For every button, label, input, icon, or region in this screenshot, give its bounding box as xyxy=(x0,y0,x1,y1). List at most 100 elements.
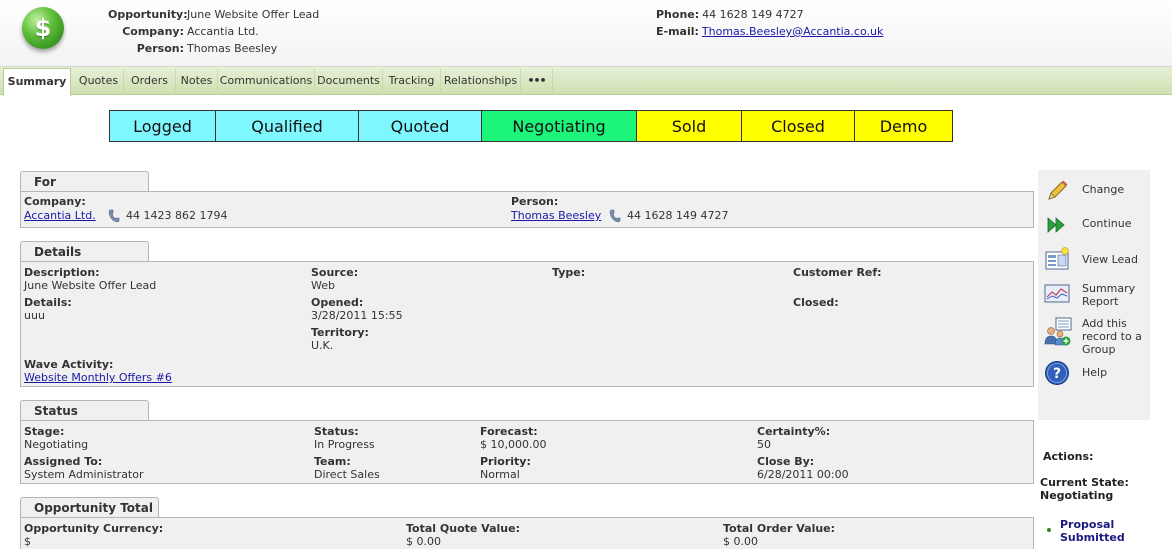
add-to-group-label: Add this record to a Group xyxy=(1082,317,1142,356)
header-phone-row: Phone: 44 1628 149 4727 xyxy=(656,8,804,21)
view-lead-button[interactable]: View Lead xyxy=(1044,246,1150,274)
svg-text:?: ? xyxy=(1053,366,1061,382)
currency-value: $ xyxy=(24,535,31,548)
details-panel: Description: June Website Offer Lead Det… xyxy=(20,261,1034,387)
tab-notes[interactable]: Notes xyxy=(176,69,218,95)
stage-value: Negotiating xyxy=(24,438,89,451)
tab-quotes[interactable]: Quotes xyxy=(74,69,124,95)
add-to-group-label-line3: Group xyxy=(1082,343,1116,356)
header-company-value: Accantia Ltd. xyxy=(187,25,259,38)
tab-tracking[interactable]: Tracking xyxy=(383,69,441,95)
proposal-submitted-line1: Proposal xyxy=(1060,518,1115,531)
total-order-label: Total Order Value: xyxy=(723,522,836,535)
header-phone-label: Phone: xyxy=(656,8,700,21)
add-to-group-button[interactable]: Add this record to a Group xyxy=(1044,317,1150,357)
for-panel-title: For xyxy=(20,171,149,193)
fast-forward-icon xyxy=(1047,217,1065,233)
record-header: $ Opportunity:June Website Offer Lead Co… xyxy=(0,0,1172,67)
header-opportunity-value: June Website Offer Lead xyxy=(187,8,320,21)
details-panel-title: Details xyxy=(20,241,149,263)
add-to-group-label-line2: record to a xyxy=(1082,330,1142,343)
for-company-link[interactable]: Accantia Ltd. xyxy=(24,209,96,222)
status-panel-title: Status xyxy=(20,400,149,422)
actions-label: Actions: xyxy=(1043,450,1094,463)
total-panel-title: Opportunity Total xyxy=(20,497,159,519)
proposal-submitted-line2: Submitted xyxy=(1060,531,1125,544)
description-label: Description: xyxy=(24,266,100,279)
tab-relationships[interactable]: Relationships xyxy=(441,69,521,95)
total-panel: Opportunity Currency: $ Total Quote Valu… xyxy=(20,517,1034,549)
phone-icon[interactable] xyxy=(609,209,621,223)
lead-document-icon xyxy=(1045,247,1069,270)
forecast-value: $ 10,000.00 xyxy=(480,438,547,451)
current-state-label: Current State: xyxy=(1040,476,1129,489)
close-by-value: 6/28/2011 00:00 xyxy=(757,468,849,481)
total-quote-value: $ 0.00 xyxy=(406,535,441,548)
priority-value: Normal xyxy=(480,468,520,481)
current-state-value: Negotiating xyxy=(1040,489,1114,502)
tab-summary[interactable]: Summary xyxy=(3,68,71,96)
header-person-row: Person: Thomas Beesley xyxy=(108,42,278,55)
details-label: Details: xyxy=(24,296,72,309)
continue-label: Continue xyxy=(1082,217,1132,230)
action-panel: Change Continue View Lead Summary Report… xyxy=(1038,170,1150,420)
wave-activity-label: Wave Activity: xyxy=(24,358,114,371)
summary-report-label-line1: Summary xyxy=(1082,282,1136,295)
header-company-row: Company: Accantia Ltd. xyxy=(108,25,259,38)
certainty-label: Certainty%: xyxy=(757,425,831,438)
view-lead-label: View Lead xyxy=(1082,253,1139,266)
close-by-label: Close By: xyxy=(757,455,815,468)
header-opportunity-label: Opportunity: xyxy=(108,8,188,21)
header-email-row: E-mail: Thomas.Beesley@Accantia.co.uk xyxy=(656,25,883,38)
stage-sold: Sold xyxy=(636,110,742,142)
phone-icon[interactable] xyxy=(108,209,120,223)
tab-more[interactable]: ••• xyxy=(521,69,553,95)
summary-report-label: Summary Report xyxy=(1082,282,1135,308)
total-quote-label: Total Quote Value: xyxy=(406,522,520,535)
description-value: June Website Offer Lead xyxy=(24,279,157,292)
tab-orders[interactable]: Orders xyxy=(124,69,176,95)
opportunity-dollar-icon: $ xyxy=(22,7,64,49)
wave-activity-link[interactable]: Website Monthly Offers #6 xyxy=(24,371,172,384)
assigned-to-label: Assigned To: xyxy=(24,455,103,468)
help-button[interactable]: ? Help xyxy=(1044,360,1150,388)
help-label: Help xyxy=(1082,366,1108,379)
priority-label: Priority: xyxy=(480,455,531,468)
assigned-to-value: System Administrator xyxy=(24,468,144,481)
tab-documents[interactable]: Documents xyxy=(315,69,383,95)
record-tabs: Summary Quotes Orders Notes Communicatio… xyxy=(0,67,1172,96)
for-person-label: Person: xyxy=(511,195,559,208)
source-value: Web xyxy=(311,279,335,292)
header-person-label: Person: xyxy=(136,42,184,55)
report-icon xyxy=(1044,284,1070,303)
help-icon: ? xyxy=(1045,361,1069,385)
summary-report-button[interactable]: Summary Report xyxy=(1044,280,1150,308)
header-person-value: Thomas Beesley xyxy=(187,42,278,55)
source-label: Source: xyxy=(311,266,359,279)
proposal-submitted-link[interactable]: Proposal Submitted xyxy=(1060,518,1125,544)
total-order-value: $ 0.00 xyxy=(723,535,758,548)
header-email-link[interactable]: Thomas.Beesley@Accantia.co.uk xyxy=(702,25,883,38)
for-company-phone: 44 1423 862 1794 xyxy=(126,209,228,222)
change-button[interactable]: Change xyxy=(1044,178,1150,204)
stage-negotiating: Negotiating xyxy=(481,110,637,142)
territory-label: Territory: xyxy=(311,326,369,339)
opened-label: Opened: xyxy=(311,296,364,309)
tab-communications[interactable]: Communications xyxy=(218,69,315,95)
continue-button[interactable]: Continue xyxy=(1044,212,1150,238)
stage-demo: Demo xyxy=(854,110,953,142)
team-value: Direct Sales xyxy=(314,468,380,481)
type-label: Type: xyxy=(552,266,586,279)
closed-label: Closed: xyxy=(793,296,839,309)
for-person-link[interactable]: Thomas Beesley xyxy=(511,209,601,222)
opened-value: 3/28/2011 15:55 xyxy=(311,309,403,322)
summary-report-label-line2: Report xyxy=(1082,295,1119,308)
add-to-group-label-line1: Add this xyxy=(1082,317,1127,330)
team-label: Team: xyxy=(314,455,351,468)
certainty-value: 50 xyxy=(757,438,771,451)
territory-value: U.K. xyxy=(311,339,334,352)
header-email-label: E-mail: xyxy=(656,25,699,38)
customer-ref-label: Customer Ref: xyxy=(793,266,882,279)
opportunity-summary-page: $ Opportunity:June Website Offer Lead Co… xyxy=(0,0,1172,549)
details-value: uuu xyxy=(24,309,45,322)
